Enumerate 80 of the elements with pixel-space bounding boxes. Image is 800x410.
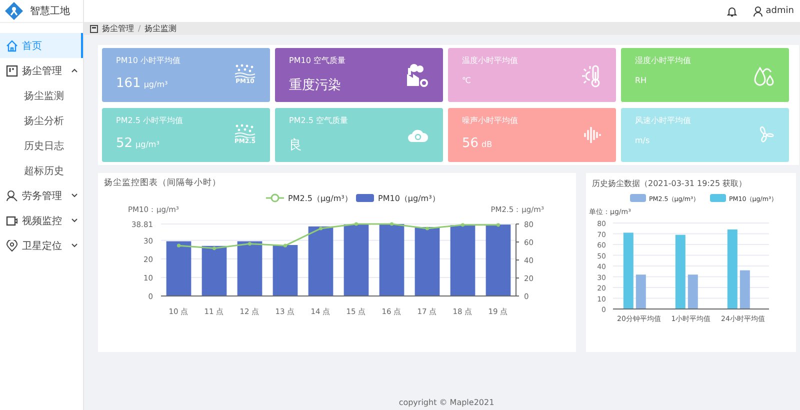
- bar: [636, 274, 646, 309]
- card-title: 噪声小时平均值: [462, 115, 519, 126]
- data-point: [354, 222, 358, 226]
- bar: [414, 226, 440, 296]
- bar: [486, 224, 511, 296]
- card-value: 重度污染: [289, 77, 341, 94]
- bar: [688, 274, 698, 309]
- bar: [344, 224, 369, 296]
- chevron-icon: [71, 218, 78, 223]
- legend-item[interactable]: PM2.5（μg/m³）: [266, 194, 352, 203]
- card-value: 161: [116, 76, 141, 91]
- card-unit: μg/m³: [136, 140, 160, 149]
- chevron-icon: [71, 243, 78, 248]
- card-value: 52: [116, 136, 133, 151]
- card-title: 温度小时平均值: [462, 55, 519, 66]
- submenu-item[interactable]: 超标历史: [0, 158, 83, 183]
- sidebar-item[interactable]: 扬尘管理: [0, 58, 83, 83]
- submenu-item[interactable]: 扬尘分析: [0, 108, 83, 133]
- sidebar-item[interactable]: 劳务管理: [0, 183, 83, 208]
- submenu-item[interactable]: 历史日志: [0, 133, 83, 158]
- bar: [308, 226, 334, 296]
- card-value: 56: [462, 136, 479, 151]
- data-point: [318, 226, 323, 230]
- breadcrumb-item: 扬尘监测: [144, 23, 177, 34]
- bar: [272, 244, 298, 296]
- bar: [450, 225, 476, 296]
- panel-title: 扬尘监控图表（间隔每小时）: [103, 179, 222, 188]
- dust-icon: [234, 64, 256, 78]
- chevron-icon: [71, 68, 78, 73]
- person-icon: [6, 190, 18, 202]
- user-name[interactable]: admin: [766, 6, 794, 16]
- panel-title: 历史扬尘数据（2021-03-31 19:25 获取）: [591, 179, 748, 188]
- card-title: PM2.5 空气质量: [289, 115, 349, 126]
- camera-icon: [6, 214, 18, 226]
- card-title: PM10 小时平均值: [116, 55, 182, 66]
- data-point: [248, 242, 252, 246]
- submenu-item[interactable]: 扬尘监测: [0, 83, 83, 108]
- card-unit: μg/m³: [144, 80, 168, 89]
- data-point: [176, 244, 181, 248]
- breadcrumb-icon: [90, 24, 98, 32]
- card-title: PM10 空气质量: [289, 55, 346, 66]
- breadcrumb-item[interactable]: 扬尘管理: [102, 23, 134, 34]
- data-point: [390, 222, 394, 226]
- board-icon: [6, 64, 18, 76]
- water-drops-icon: [753, 64, 775, 86]
- location-icon: [6, 240, 18, 252]
- user-icon[interactable]: [752, 6, 763, 16]
- home-icon: [6, 40, 18, 52]
- card-title: 湿度小时平均值: [635, 55, 692, 66]
- factory-icon: [405, 64, 429, 88]
- breadcrumb-separator: /: [138, 24, 141, 33]
- sidebar-item[interactable]: 视频监控: [0, 208, 83, 233]
- data-point: [283, 244, 288, 248]
- bell-icon[interactable]: [726, 6, 737, 16]
- card-unit: dB: [482, 140, 492, 149]
- bar: [740, 270, 750, 309]
- legend-label: PM2.5（μg/m³）: [288, 194, 352, 203]
- footer-copyright: copyright © Maple2021: [398, 398, 496, 407]
- card-unit: RH: [635, 76, 647, 85]
- thermometer-icon: [580, 64, 602, 88]
- bar: [379, 224, 404, 296]
- legend-item[interactable]: PM10（μg/m³）: [356, 194, 440, 203]
- bar: [166, 241, 192, 296]
- bar: [202, 246, 227, 296]
- app-name: 智慧工地: [30, 4, 70, 18]
- legend-label: PM10（μg/m³）: [378, 194, 440, 203]
- card-unit: ℃: [462, 76, 471, 85]
- sidebar-item[interactable]: 卫星定位: [0, 233, 83, 258]
- bar: [237, 241, 262, 296]
- card-value: 良: [289, 137, 302, 154]
- card-unit: m/s: [635, 136, 650, 145]
- card-title: 风速小时平均值: [635, 115, 692, 126]
- card-title: PM2.5 小时平均值: [116, 115, 184, 126]
- sound-wave-icon: [583, 124, 602, 146]
- data-point: [212, 246, 216, 250]
- data-point: [460, 223, 465, 227]
- chevron-icon: [71, 193, 78, 198]
- dust-icon: [234, 124, 256, 138]
- data-point: [496, 223, 500, 227]
- data-point: [425, 226, 430, 230]
